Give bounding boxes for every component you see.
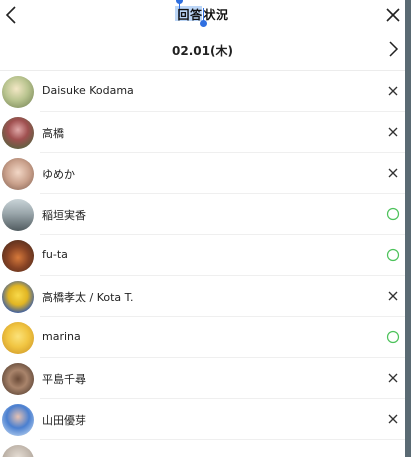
participant-name: 稲垣実香 bbox=[42, 209, 86, 222]
participant-name: Daisuke Kodama bbox=[42, 84, 134, 97]
unavailable-icon bbox=[388, 373, 398, 383]
unavailable-icon bbox=[388, 127, 398, 137]
background-edge bbox=[405, 0, 411, 457]
unavailable-icon bbox=[388, 291, 398, 301]
chevron-right-icon[interactable] bbox=[384, 38, 404, 60]
title-selected-part: 回答 bbox=[177, 8, 203, 22]
date-row: 02.01(木) bbox=[0, 28, 405, 71]
selection-start-handle[interactable] bbox=[176, 0, 183, 4]
participant-name: 高橋 bbox=[42, 127, 64, 140]
participant-name: ゆめか bbox=[42, 168, 75, 181]
date-label: 02.01(木) bbox=[172, 44, 233, 58]
unavailable-icon bbox=[388, 168, 398, 178]
participant-name: 高橋孝太 / Kota T. bbox=[42, 291, 134, 304]
participant-name: fu-ta bbox=[42, 248, 68, 261]
avatar bbox=[2, 76, 34, 108]
list-item[interactable]: 高橋孝太 / Kota T. bbox=[2, 276, 405, 317]
available-icon bbox=[386, 207, 400, 221]
page-title: 回答状況 bbox=[0, 6, 405, 23]
response-status-sheet: 回答状況 02.01(木) Daisuke Kodama 高橋 ゆめか 稲垣実香… bbox=[0, 0, 405, 457]
avatar bbox=[2, 199, 34, 231]
header: 回答状況 bbox=[0, 0, 405, 28]
available-icon bbox=[386, 248, 400, 262]
list-item[interactable]: fu-ta bbox=[2, 235, 405, 276]
avatar bbox=[2, 404, 34, 436]
list-item[interactable]: 高橋 bbox=[2, 112, 405, 153]
list-item[interactable] bbox=[2, 440, 405, 457]
avatar bbox=[2, 445, 34, 457]
list-item[interactable]: marina bbox=[2, 317, 405, 358]
participant-name: 山田優芽 bbox=[42, 414, 86, 427]
title-rest-part: 状況 bbox=[203, 8, 229, 22]
avatar bbox=[2, 117, 34, 149]
selected-text[interactable]: 回答 bbox=[175, 6, 203, 23]
avatar bbox=[2, 363, 34, 395]
unavailable-icon bbox=[388, 86, 398, 96]
close-icon[interactable] bbox=[382, 4, 404, 26]
avatar bbox=[2, 281, 34, 313]
participant-name: marina bbox=[42, 330, 81, 343]
list-item[interactable]: Daisuke Kodama bbox=[2, 71, 405, 112]
list-item[interactable]: 山田優芽 bbox=[2, 399, 405, 440]
list-item[interactable]: 平島千尋 bbox=[2, 358, 405, 399]
participant-name: 平島千尋 bbox=[42, 373, 86, 386]
available-icon bbox=[386, 330, 400, 344]
avatar bbox=[2, 322, 34, 354]
participant-list: Daisuke Kodama 高橋 ゆめか 稲垣実香 fu-ta 高橋孝太 / … bbox=[0, 71, 405, 457]
unavailable-icon bbox=[388, 414, 398, 424]
avatar bbox=[2, 240, 34, 272]
list-item[interactable]: ゆめか bbox=[2, 153, 405, 194]
list-item[interactable]: 稲垣実香 bbox=[2, 194, 405, 235]
avatar bbox=[2, 158, 34, 190]
